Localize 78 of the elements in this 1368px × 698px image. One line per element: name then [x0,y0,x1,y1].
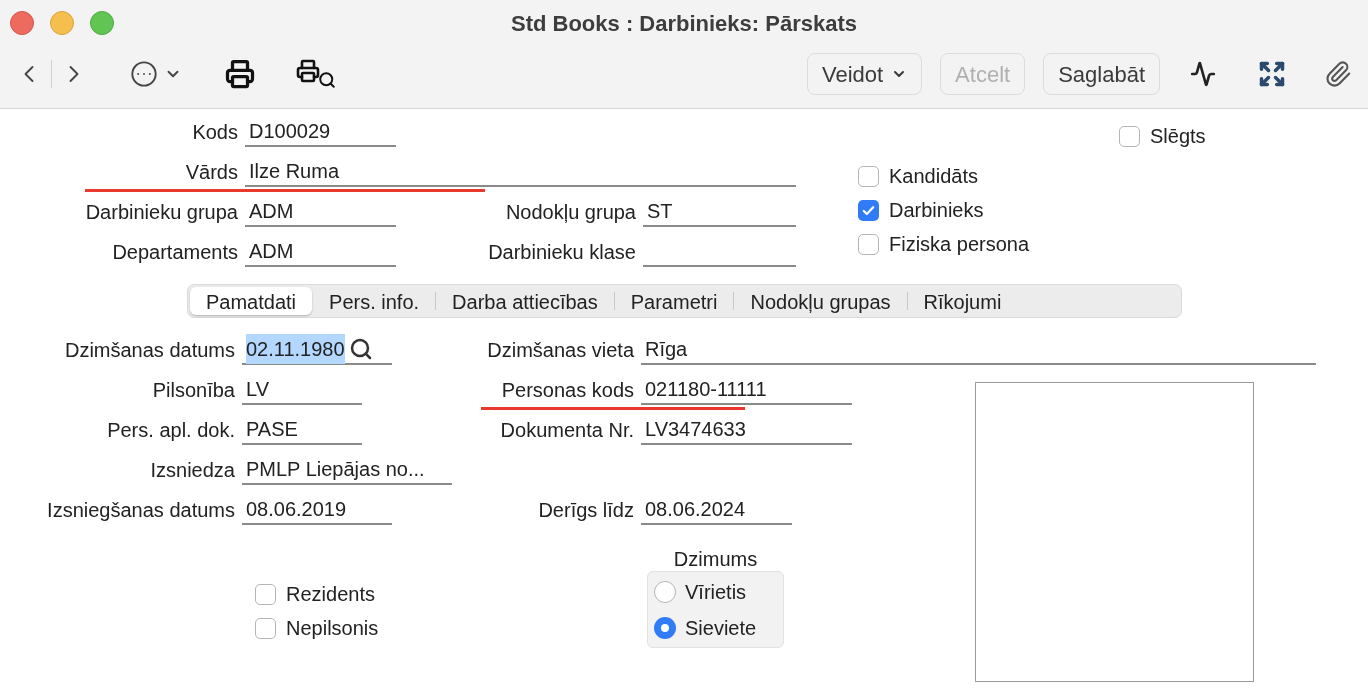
checkbox[interactable] [858,165,879,187]
search-icon[interactable] [348,337,373,361]
field-value: 021180-11111 [645,377,767,402]
printer-icon[interactable] [224,59,256,89]
toolbar-button[interactable]: Veidot [806,53,923,95]
field-label: Kods [191,120,239,145]
zoom-button[interactable] [90,11,114,35]
field-label: Vārds [184,160,239,185]
checkbox-label: Darbinieks [889,198,984,223]
field-value: 02.11.1980 [246,334,345,364]
checkbox[interactable] [858,233,879,255]
field-label: Nodokļu grupa [504,200,637,225]
field-value: LV [246,377,269,402]
field-value: 08.06.2024 [645,497,746,522]
field-label: Dzimšanas datums [63,338,236,363]
input-field[interactable]: PMLP Liepājas no... [242,455,452,485]
checkbox-label: Nepilsonis [286,616,379,641]
input-field[interactable]: LV3474633 [641,415,852,445]
field-value: 08.06.2019 [246,497,347,522]
tab[interactable]: Rīkojumi [907,287,1018,315]
expand-icon[interactable] [1258,60,1286,88]
field-value: PMLP Liepājas no... [246,457,425,482]
more-icon[interactable] [130,60,158,88]
input-field[interactable]: 021180-11111 [641,375,852,405]
field-value: ADM [249,199,294,224]
tab[interactable]: Parametri [614,287,734,315]
group-label: Dzimums [673,547,758,568]
tab[interactable]: Nodokļu grupas [734,287,907,315]
field-label: Izsniedza [149,458,236,483]
checkbox-label: Rezidents [286,582,375,607]
field-value: ST [647,199,673,224]
field-label: Izsniegšanas datums [46,498,236,523]
input-field[interactable]: LV [242,375,362,405]
activity-icon[interactable] [1188,61,1218,87]
radio-button[interactable] [654,580,676,603]
tab[interactable]: Darba attiecības [436,287,614,315]
field-label: Pilsonība [151,378,236,403]
field-value: LV3474633 [645,417,746,442]
checkbox-label: Kandidāts [889,164,978,189]
tab[interactable]: Pamatdati [190,287,313,315]
field-label: Personas kods [500,378,635,403]
field-label: Dzimšanas vieta [486,338,635,363]
radio-button[interactable] [654,616,676,639]
checkbox[interactable] [255,617,276,639]
field-value: D100029 [249,119,331,144]
field-value: ADM [249,239,294,264]
field-value: Rīga [645,337,688,362]
window-title: Std Books : Darbinieks: Pārskats [511,9,857,38]
close-button[interactable] [10,11,34,35]
field-value: PASE [246,417,298,442]
checkbox[interactable] [255,583,276,605]
input-field[interactable]: 02.11.1980 [242,335,392,365]
radio-label: Sieviete [685,615,757,641]
input-field[interactable]: ST [643,197,796,227]
input-field[interactable]: Ilze Ruma [245,157,796,187]
field-label: Darbinieku klase [487,240,637,265]
field-label: Departaments [111,240,239,265]
checkbox[interactable] [1119,125,1140,147]
print-preview-icon[interactable] [296,59,336,89]
field-label: Darbinieku grupa [84,200,239,225]
radio-label: Vīrietis [685,579,747,605]
field-value: Ilze Ruma [249,159,340,184]
field-label: Dokumenta Nr. [499,418,635,443]
checkbox-label: Fiziska persona [889,232,1030,257]
field-label: Pers. apl. dok. [106,418,236,443]
input-field[interactable]: 08.06.2024 [641,495,792,525]
tab[interactable]: Pers. info. [313,287,436,315]
checkbox[interactable] [858,199,879,221]
input-field[interactable]: 08.06.2019 [242,495,392,525]
paperclip-icon[interactable] [1324,60,1352,88]
toolbar-button[interactable]: Saglabāt [1043,53,1160,95]
input-field[interactable]: D100029 [245,117,396,147]
field-label: Derīgs līdz [537,498,635,523]
input-field[interactable]: Rīga [641,335,1316,365]
input-field[interactable]: ADM [245,237,396,267]
input-field[interactable]: PASE [242,415,362,445]
input-field[interactable]: ADM [245,197,396,227]
checkbox-label: Slēgts [1150,124,1206,149]
